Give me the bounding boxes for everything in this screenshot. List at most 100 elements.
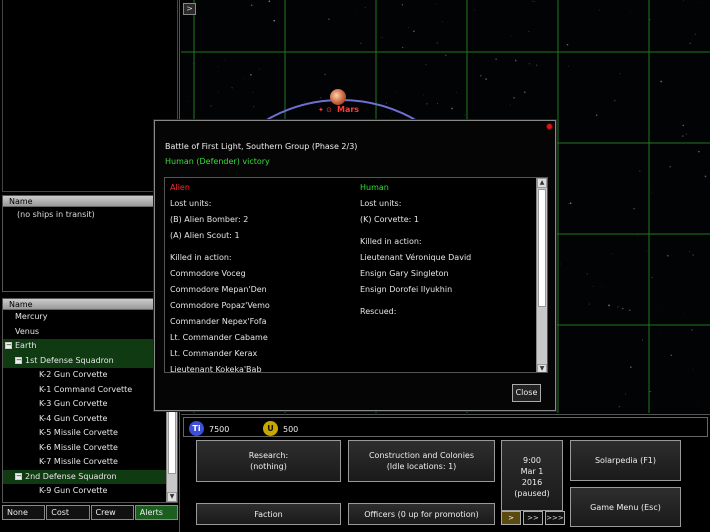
time-text: 9:00 bbox=[523, 456, 541, 465]
star bbox=[437, 103, 438, 104]
tree-item[interactable]: −1st Defense Squadron bbox=[3, 353, 167, 368]
research-label: Research: bbox=[248, 451, 289, 460]
game-menu-button[interactable]: Game Menu (Esc) bbox=[570, 487, 681, 527]
research-button[interactable]: Research: (nothing) bbox=[196, 440, 341, 482]
kia-header: Killed in action: bbox=[360, 237, 422, 246]
transit-list-header[interactable]: Name bbox=[3, 196, 177, 207]
star bbox=[534, 0, 536, 2]
transit-empty-text: (no ships in transit) bbox=[17, 210, 95, 219]
construction-label: Construction and Colonies bbox=[368, 451, 475, 460]
star bbox=[508, 40, 510, 42]
star bbox=[667, 254, 669, 257]
expand-panel-button[interactable]: > bbox=[183, 3, 196, 15]
collapse-icon[interactable]: − bbox=[5, 342, 12, 349]
tree-item[interactable]: − Earth bbox=[3, 339, 167, 354]
star bbox=[683, 0, 684, 2]
tree-item-label: Venus bbox=[15, 326, 40, 336]
tree-item[interactable]: K-7 Missile Corvette bbox=[3, 455, 167, 470]
star bbox=[682, 124, 685, 127]
construction-status: (Idle locations: 1) bbox=[386, 462, 457, 471]
collapse-icon[interactable]: − bbox=[15, 356, 22, 364]
tree-item[interactable]: Mercury bbox=[3, 310, 167, 325]
tab-none[interactable]: None bbox=[2, 505, 46, 520]
faction-button[interactable]: Faction bbox=[196, 503, 341, 525]
tab-alerts[interactable]: Alerts bbox=[134, 505, 178, 520]
star bbox=[568, 202, 569, 204]
tree-item-label: K-7 Missile Corvette bbox=[39, 457, 118, 466]
star bbox=[566, 44, 569, 46]
star bbox=[568, 65, 569, 67]
tree-item[interactable]: K-9 Gun Corvette bbox=[3, 484, 167, 499]
star bbox=[586, 273, 588, 275]
rescued-header: Rescued: bbox=[360, 307, 397, 316]
tree-item[interactable]: K-4 Gun Corvette bbox=[3, 412, 167, 427]
year-text: 2016 bbox=[521, 478, 543, 487]
star bbox=[661, 310, 663, 312]
bottom-panel: Ti 7500 U 500 Research: (nothing) Constr… bbox=[181, 414, 710, 532]
speed-fastest-button[interactable]: >>> bbox=[545, 511, 565, 525]
planet-status-icons: ✦ ⊙ bbox=[318, 106, 332, 114]
report-scroll-track[interactable]: ▲ ▼ bbox=[536, 178, 547, 372]
kia-entry: Lieutenant Kokeka'Bab bbox=[170, 365, 262, 373]
tree-item[interactable]: K-2 Gun Corvette bbox=[3, 368, 167, 383]
speed-fast-button[interactable]: >> bbox=[523, 511, 543, 525]
mars-planet-icon[interactable] bbox=[330, 89, 346, 105]
star bbox=[425, 64, 427, 66]
tab-crew[interactable]: Crew bbox=[90, 505, 134, 520]
speed-normal-button[interactable]: > bbox=[501, 511, 521, 525]
tree-item-label: K-6 Missile Corvette bbox=[39, 442, 118, 452]
battle-title: Battle of First Light, Southern Group (P… bbox=[165, 142, 358, 151]
transit-list: Name (no ships in transit) bbox=[2, 195, 178, 292]
fleet-tree-header[interactable]: Name bbox=[3, 299, 177, 310]
star bbox=[426, 103, 428, 105]
star bbox=[381, 36, 383, 38]
date-display: 9:00 Mar 1 2016 (paused) bbox=[501, 440, 563, 511]
star bbox=[523, 91, 526, 94]
star bbox=[268, 0, 271, 2]
scroll-thumb[interactable] bbox=[538, 189, 546, 307]
solarpedia-button[interactable]: Solarpedia (F1) bbox=[570, 440, 681, 481]
scroll-up-icon[interactable]: ▲ bbox=[537, 178, 547, 188]
tab-cost[interactable]: Cost bbox=[46, 505, 90, 520]
star bbox=[360, 42, 362, 44]
date-text: Mar 1 bbox=[520, 467, 544, 476]
star bbox=[598, 56, 600, 57]
tree-item[interactable]: K-6 Missile Corvette bbox=[3, 441, 167, 456]
star bbox=[646, 53, 648, 54]
report-scrollbar[interactable]: ▲ ▼ bbox=[536, 178, 547, 372]
close-icon[interactable] bbox=[546, 123, 553, 130]
scroll-down-icon[interactable]: ▼ bbox=[167, 492, 177, 502]
tree-item[interactable]: Venus bbox=[3, 325, 167, 340]
battle-result: Human (Defender) victory bbox=[165, 157, 270, 166]
star bbox=[596, 114, 598, 116]
star bbox=[698, 151, 700, 153]
officers-button[interactable]: Officers (0 up for promotion) bbox=[348, 503, 495, 525]
human-column: Human Lost units: (K) Corvette: 1 Killed in… bbox=[360, 178, 471, 320]
tree-item[interactable]: −2nd Defense Squadron bbox=[3, 469, 167, 484]
star bbox=[685, 133, 687, 135]
kia-entry: Lt. Commander Kerax bbox=[170, 349, 258, 358]
tree-item[interactable]: K-5 Missile Corvette bbox=[3, 426, 167, 441]
tree-item[interactable]: K-3 Gun Corvette bbox=[3, 397, 167, 412]
star bbox=[601, 285, 603, 287]
star bbox=[559, 263, 561, 265]
collapse-icon[interactable]: − bbox=[15, 472, 22, 480]
star bbox=[692, 368, 694, 370]
battle-report-panel[interactable]: Alien Lost units: (B) Alien Bomber: 2 (A) A… bbox=[164, 177, 548, 373]
star bbox=[704, 175, 707, 178]
star bbox=[269, 15, 271, 16]
star bbox=[495, 58, 497, 60]
star bbox=[639, 170, 641, 172]
close-button[interactable]: Close bbox=[512, 384, 541, 402]
star bbox=[683, 312, 684, 313]
star bbox=[651, 191, 653, 193]
planet-label-mars[interactable]: Mars bbox=[337, 105, 359, 114]
star bbox=[510, 35, 512, 37]
star bbox=[259, 68, 260, 70]
titanium-icon: Ti bbox=[189, 421, 204, 436]
construction-button[interactable]: Construction and Colonies (Idle location… bbox=[348, 440, 495, 482]
tree-item[interactable]: K-1 Command Corvette bbox=[3, 383, 167, 398]
scroll-down-icon[interactable]: ▼ bbox=[537, 364, 547, 372]
star bbox=[319, 97, 322, 99]
star bbox=[691, 329, 693, 331]
